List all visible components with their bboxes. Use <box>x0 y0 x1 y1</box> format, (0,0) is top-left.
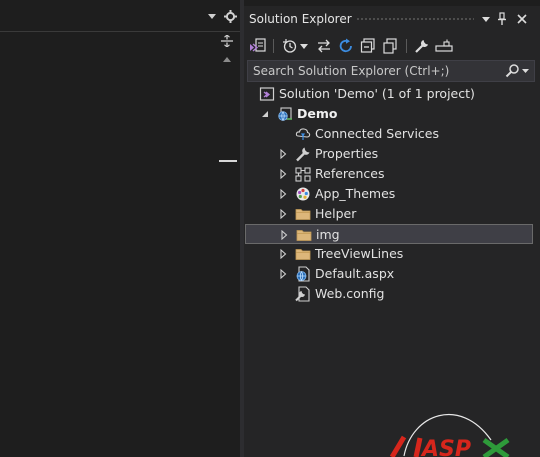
editor-area <box>0 0 216 457</box>
config-file-icon <box>295 286 311 302</box>
tree-item-label: Properties <box>315 146 379 161</box>
tree-item[interactable]: References <box>244 164 540 184</box>
expanded-arrow-icon[interactable] <box>260 109 270 119</box>
collapse-all-icon[interactable] <box>358 36 378 56</box>
editor-vertical-scrollbar[interactable] <box>217 33 237 457</box>
tree-item[interactable]: App_Themes <box>244 184 540 204</box>
chevron-down-icon[interactable] <box>298 36 310 56</box>
switch-views-icon[interactable] <box>248 36 268 56</box>
folder-icon <box>295 246 311 262</box>
solution-explorer-title: Solution Explorer <box>249 12 352 26</box>
themes-icon <box>295 186 311 202</box>
web-project-icon <box>277 106 293 122</box>
history-icon[interactable] <box>280 36 300 56</box>
tree-item[interactable]: Properties <box>244 144 540 164</box>
tree-item[interactable]: Web.config <box>244 284 540 304</box>
tree-item[interactable]: Solution 'Demo' (1 of 1 project) <box>244 84 540 104</box>
watermark-logo: ASP <box>389 413 510 457</box>
tree-item-label: App_Themes <box>315 186 396 201</box>
split-icon[interactable] <box>221 35 233 47</box>
chevron-down-icon[interactable] <box>208 14 216 19</box>
properties-icon[interactable] <box>412 36 432 56</box>
preview-icon[interactable] <box>434 36 454 56</box>
show-all-files-icon[interactable] <box>380 36 400 56</box>
collapsed-arrow-icon[interactable] <box>278 209 288 219</box>
folder-icon <box>296 227 312 243</box>
chevron-down-icon[interactable] <box>480 12 492 26</box>
collapsed-arrow-icon[interactable] <box>278 149 288 159</box>
refresh-icon[interactable] <box>336 36 356 56</box>
drag-grip[interactable] <box>356 17 474 22</box>
search-options-button[interactable] <box>504 63 532 79</box>
pin-icon[interactable] <box>496 12 508 26</box>
collapsed-arrow-icon[interactable] <box>279 230 289 240</box>
scroll-thumb[interactable] <box>219 160 237 162</box>
solution-explorer-pane: Solution Explorer Search Solution Explor… <box>244 6 540 457</box>
tree-item-label: Solution 'Demo' (1 of 1 project) <box>279 86 475 101</box>
collapsed-arrow-icon[interactable] <box>278 189 288 199</box>
editor-navigation-bar <box>0 0 242 32</box>
tree-item-label: Web.config <box>315 286 385 301</box>
search-box <box>247 60 535 82</box>
tree-item-label: Helper <box>315 206 357 221</box>
close-icon[interactable] <box>516 12 528 26</box>
tree-item-label: TreeViewLines <box>315 246 404 261</box>
connected-services-icon <box>295 126 311 142</box>
svg-text:ASP: ASP <box>420 437 471 457</box>
references-icon <box>295 166 311 182</box>
tree-item-label: Demo <box>297 106 338 121</box>
gear-icon[interactable] <box>224 10 237 23</box>
tree-item-label: Connected Services <box>315 126 439 141</box>
solution-icon <box>259 86 275 102</box>
tree-item[interactable]: Default.aspx <box>244 264 540 284</box>
folder-icon <box>295 206 311 222</box>
tree-item-label: References <box>315 166 385 181</box>
tree-item-label: Default.aspx <box>315 266 395 281</box>
aspx-file-icon <box>295 266 311 282</box>
scroll-up-icon[interactable] <box>223 57 231 62</box>
collapsed-arrow-icon[interactable] <box>278 249 288 259</box>
tree-item[interactable]: TreeViewLines <box>244 244 540 264</box>
tree-item[interactable]: Demo <box>244 104 540 124</box>
collapsed-arrow-icon[interactable] <box>278 169 288 179</box>
tree-item[interactable]: img <box>245 224 533 244</box>
collapsed-arrow-icon[interactable] <box>278 269 288 279</box>
solution-explorer-header: Solution Explorer <box>244 6 540 32</box>
tree-item-label: img <box>316 227 340 242</box>
sync-icon[interactable] <box>314 36 334 56</box>
solution-explorer-toolbar <box>244 33 540 59</box>
wrench-icon <box>295 146 311 162</box>
tree-item[interactable]: Helper <box>244 204 540 224</box>
search-input[interactable] <box>248 61 498 81</box>
toolbar-separator <box>273 39 274 53</box>
tree-item[interactable]: Connected Services <box>244 124 540 144</box>
toolbar-separator <box>406 39 407 53</box>
